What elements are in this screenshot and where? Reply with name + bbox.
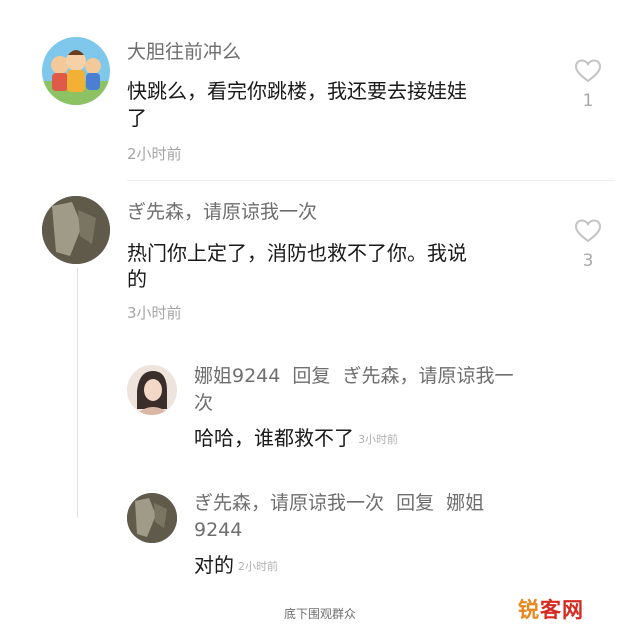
comment-time: 2小时前 — [127, 145, 182, 163]
comment-text-line1: 热门你上定了，消防也救不了你。我说 — [127, 241, 467, 265]
comment-username[interactable]: ぎ先森，请原谅我一次 — [127, 201, 317, 224]
watermark-part2: 客 — [540, 598, 562, 622]
reply-text: 对的 — [194, 553, 234, 577]
watermark-part1: 锐 — [518, 598, 540, 622]
comment-text-line2: 的 — [127, 267, 147, 291]
woman-photo-icon — [127, 365, 177, 415]
comment-time: 3小时前 — [127, 304, 182, 322]
cartoon-family-icon — [42, 50, 110, 105]
heart-outline-icon — [574, 59, 602, 83]
dark-photo-icon — [127, 493, 177, 543]
comment-divider — [127, 180, 615, 181]
reply-header-line2: 次 — [194, 392, 214, 414]
reply-text: 哈哈，谁都救不了 — [194, 426, 354, 450]
reply-text-row: 对的 2小时前 — [194, 553, 278, 579]
avatar-dark-photo[interactable] — [42, 196, 110, 264]
reply-thread-line — [77, 268, 78, 518]
watermark-logo: 锐客网 — [518, 594, 584, 624]
reply-header-line1[interactable]: ぎ先森，请原谅我一次 回复 娜姐 — [194, 492, 484, 515]
avatar-woman-photo[interactable] — [127, 365, 177, 415]
watermark-part3: 网 — [562, 598, 584, 622]
like-button[interactable]: 3 — [571, 218, 605, 271]
reply-header-line2: 9244 — [194, 519, 243, 541]
reply-time: 3小时前 — [358, 433, 398, 446]
like-button[interactable]: 1 — [571, 58, 605, 111]
like-count: 1 — [582, 91, 594, 111]
comment-text-line2: 了 — [127, 106, 147, 130]
reply-text-row: 哈哈，谁都救不了 3小时前 — [194, 426, 398, 452]
avatar-dark-photo-small[interactable] — [127, 493, 177, 543]
reply-time: 2小时前 — [238, 560, 278, 573]
reply-header-line1[interactable]: 娜姐9244 回复 ぎ先森，请原谅我一 — [194, 365, 514, 388]
dark-photo-icon — [42, 196, 110, 264]
comment-text-line1: 快跳么，看完你跳楼，我还要去接娃娃 — [127, 79, 467, 103]
comment-username[interactable]: 大胆往前冲么 — [127, 41, 241, 64]
avatar-cartoon-family[interactable] — [42, 37, 110, 105]
heart-outline-icon — [574, 219, 602, 243]
like-count: 3 — [582, 251, 594, 271]
